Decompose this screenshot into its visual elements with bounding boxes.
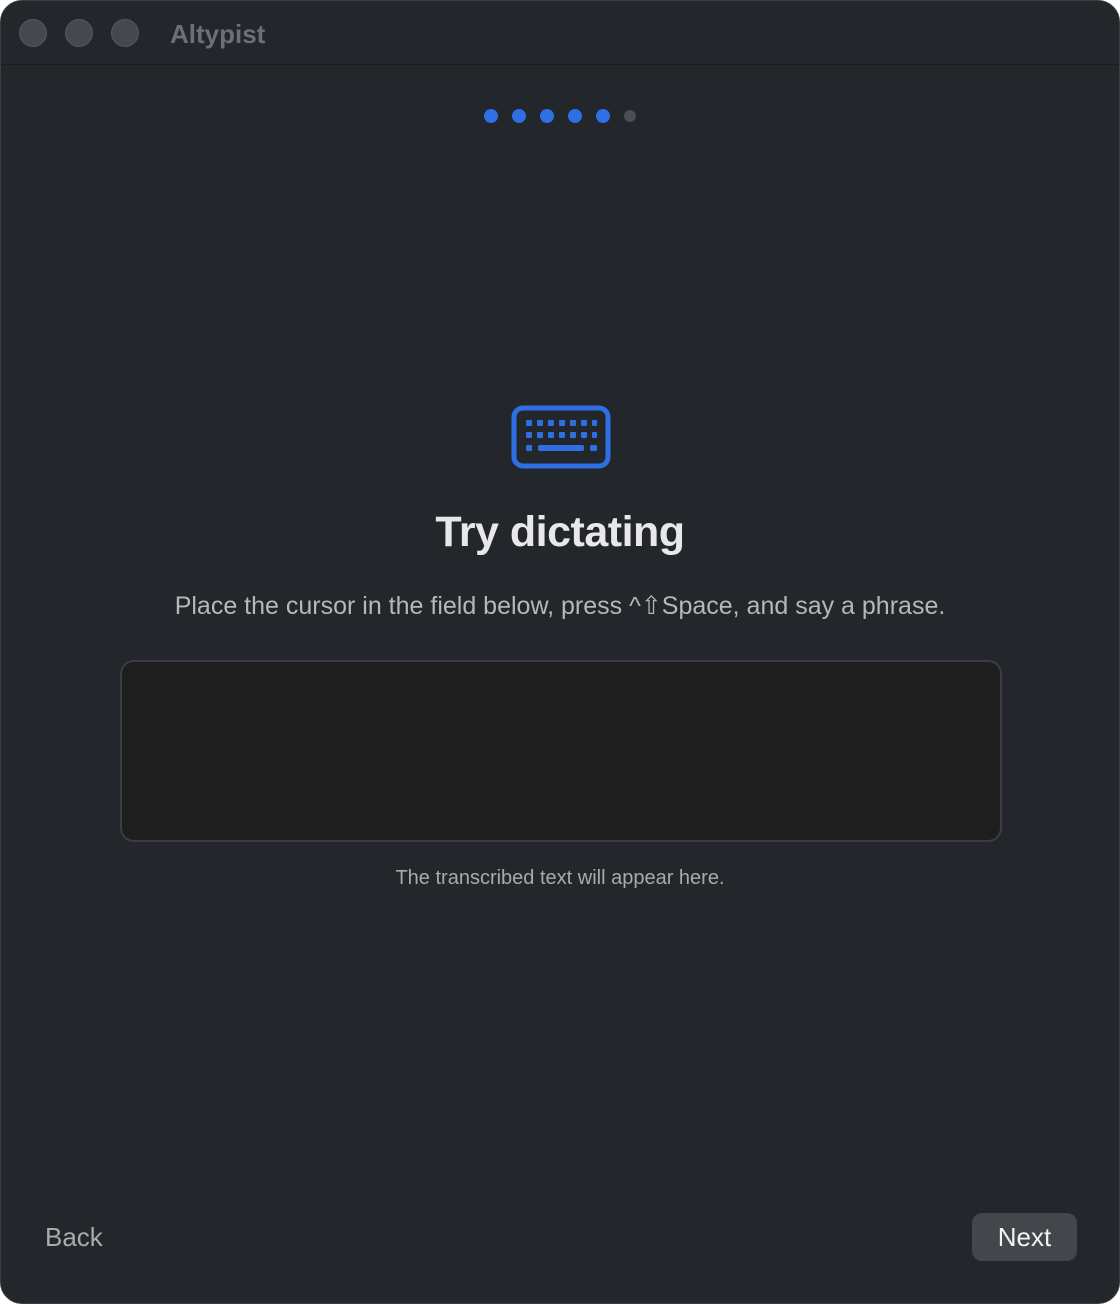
step-dot	[596, 109, 610, 123]
next-button[interactable]: Next	[972, 1213, 1077, 1261]
app-window: Altypist Try dictating Place the cursor …	[0, 0, 1120, 1304]
step-indicator	[1, 109, 1119, 123]
step-dot	[568, 109, 582, 123]
zoom-window-button[interactable]	[111, 19, 139, 47]
title-bar: Altypist	[1, 1, 1119, 65]
step-dot	[540, 109, 554, 123]
keyboard-icon	[511, 405, 611, 469]
minimize-window-button[interactable]	[65, 19, 93, 47]
field-hint-text: The transcribed text will appear here.	[395, 867, 725, 889]
page-title: Try dictating	[435, 508, 685, 556]
window-title: Altypist	[170, 19, 266, 49]
dictation-text-field[interactable]	[120, 660, 1002, 842]
back-button[interactable]: Back	[45, 1219, 103, 1255]
instructions-text: Place the cursor in the field below, pre…	[174, 592, 946, 620]
step-dot	[512, 109, 526, 123]
close-window-button[interactable]	[19, 19, 47, 47]
step-dot	[484, 109, 498, 123]
step-dot	[624, 110, 636, 122]
